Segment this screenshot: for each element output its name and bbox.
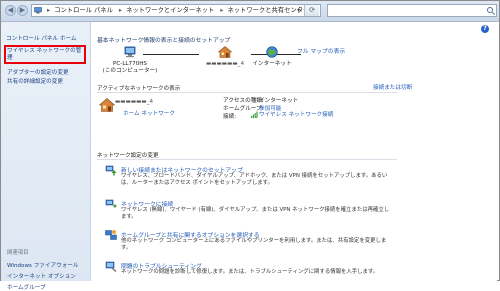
troubleshoot-icon — [105, 261, 117, 272]
homegroup-value-link[interactable]: 参加可能 — [259, 104, 281, 112]
wifi-signal-icon — [251, 111, 258, 118]
active-network-name: ▬▬▬▬▬▬_4 — [115, 99, 154, 105]
computer-icon — [124, 46, 136, 58]
connect-disconnect-link[interactable]: 接続または切断 — [373, 83, 412, 91]
forward-button[interactable]: ▶ — [17, 5, 28, 16]
change-adapter-settings-link[interactable]: アダプターの設定の変更 — [7, 68, 69, 76]
divider — [97, 159, 397, 160]
search-icon — [487, 7, 493, 13]
troubleshoot-desc: ネットワークの問題を診断して修復します。または、トラブルシューティングに関する情… — [121, 269, 379, 275]
left-navigation-pane: コントロール パネル ホーム ワイヤレス ネットワークの管理 アダプターの設定の… — [1, 22, 91, 291]
chevron-right-icon: ▸ — [118, 7, 123, 14]
chevron-right-icon: ▸ — [47, 7, 51, 14]
globe-icon — [266, 46, 278, 58]
homegroup-options-desc: 他のネットワーク コンピューター上にあるファイルやプリンターを利用します。または… — [121, 238, 387, 251]
back-button[interactable]: ◀ — [5, 5, 16, 16]
advanced-sharing-settings-link[interactable]: 共有の詳細設定の変更 — [7, 77, 63, 85]
main-content: ? 基本ネットワーク情報の表示と接続のセットアップ フル マップの表示 PC-L… — [91, 22, 497, 281]
chevron-right-icon: ▸ — [220, 7, 224, 14]
connect-network-desc: ワイヤレス (無線)、ワイヤード (有線)、ダイヤルアップ、または VPN ネッ… — [121, 207, 390, 220]
divider — [97, 92, 397, 93]
connection-label: 接続: — [223, 114, 237, 120]
home-network-icon — [217, 46, 233, 58]
breadcrumb-control-panel[interactable]: コントロール パネル — [54, 7, 113, 14]
network-type-link[interactable]: ホーム ネットワーク — [123, 109, 175, 117]
breadcrumb: ▸ コントロール パネル ▸ ネットワークとインターネット ▸ ネットワークと共… — [45, 6, 311, 16]
connection-value-link[interactable]: ワイヤレス ネットワーク接続 — [259, 112, 339, 119]
connect-network-icon — [105, 199, 117, 208]
homegroup-link[interactable]: ホームグループ — [7, 283, 46, 291]
history-dropdown-icon[interactable]: ▾ — [297, 6, 300, 16]
network-sharing-center-window: ◀ ▶ ▸ コントロール パネル ▸ ネットワークとインターネット ▸ ネットワ… — [0, 0, 500, 291]
this-computer-node: PC-LL770HS (このコンピューター) — [95, 46, 165, 75]
computer-name: PC-LL770HS — [113, 61, 147, 67]
active-networks-heading: アクティブなネットワークの表示 — [97, 86, 181, 92]
computer-sub-label: (このコンピューター) — [102, 68, 158, 74]
change-settings-heading: ネットワーク設定の変更 — [97, 153, 159, 159]
refresh-button[interactable]: ⟳ — [304, 5, 319, 16]
home-network-icon — [99, 98, 115, 112]
network-setup-icon — [105, 165, 117, 176]
breadcrumb-network-internet[interactable]: ネットワークとインターネット — [126, 7, 214, 14]
control-panel-home-link[interactable]: コントロール パネル ホーム — [6, 34, 77, 42]
help-icon[interactable]: ? — [481, 25, 489, 33]
homegroup-sharing-icon — [105, 230, 117, 240]
access-type-label: アクセスの種類: — [223, 98, 264, 104]
internet-options-link[interactable]: インターネット オプション — [7, 272, 76, 280]
manage-wireless-networks-link[interactable]: ワイヤレス ネットワークの管理 — [7, 48, 83, 62]
control-panel-icon — [34, 7, 42, 14]
access-type-value: インターネット — [259, 98, 299, 104]
search-input[interactable] — [327, 4, 497, 17]
internet-label: インターネット — [252, 61, 292, 67]
windows-firewall-link[interactable]: Windows ファイアウォール — [7, 261, 79, 269]
internet-node: インターネット — [239, 46, 305, 68]
see-also-label: 関連項目 — [7, 250, 29, 256]
setup-connection-desc: ワイヤレス、ブロードバンド、ダイヤルアップ、アドホック、または VPN 接続をセ… — [121, 173, 388, 186]
basic-network-info-heading: 基本ネットワーク情報の表示と接続のセットアップ — [97, 38, 231, 44]
address-toolbar: ◀ ▶ ▸ コントロール パネル ▸ ネットワークとインターネット ▸ ネットワ… — [1, 1, 499, 22]
address-bar[interactable]: ▸ コントロール パネル ▸ ネットワークとインターネット ▸ ネットワークと共… — [31, 4, 321, 17]
